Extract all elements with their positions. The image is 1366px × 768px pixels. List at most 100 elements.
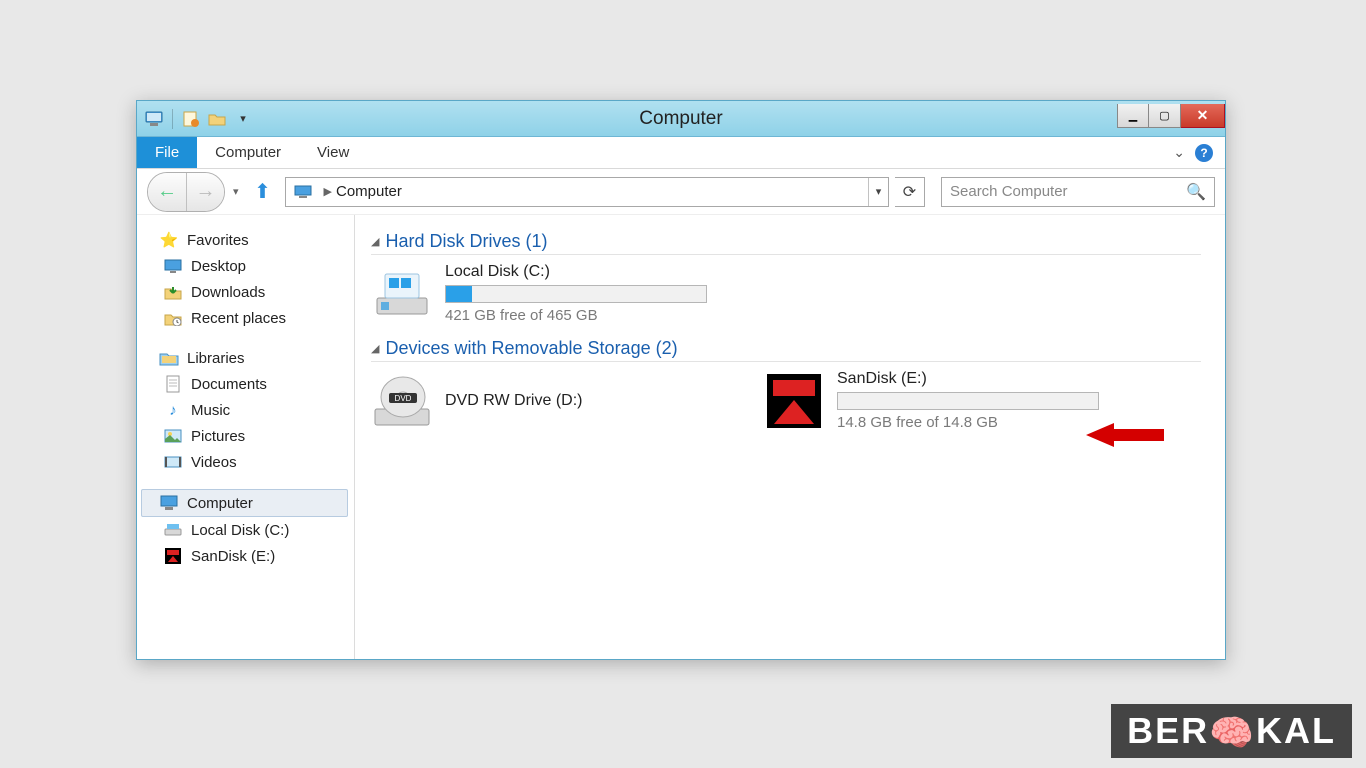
window-body: ⭐ Favorites Desktop Downloads xyxy=(137,215,1225,659)
hard-drive-icon xyxy=(371,265,433,323)
downloads-icon xyxy=(163,283,183,301)
navigation-toolbar: ← → ▾ ⬆ ▶ Computer ▾ ⟳ Search Computer 🔍 xyxy=(137,169,1225,215)
address-bar[interactable]: ▶ Computer ▾ xyxy=(285,177,889,207)
search-input[interactable]: Search Computer 🔍 xyxy=(941,177,1215,207)
up-button[interactable]: ⬆ xyxy=(251,180,275,204)
sidebar-computer[interactable]: Computer xyxy=(141,489,348,517)
new-folder-icon[interactable] xyxy=(206,108,228,130)
ribbon-collapse-icon[interactable]: ⌄ xyxy=(1173,144,1185,161)
usage-bar xyxy=(837,392,1099,410)
tab-file[interactable]: File xyxy=(137,137,197,168)
help-icon[interactable]: ? xyxy=(1195,144,1213,162)
music-icon: ♪ xyxy=(163,401,183,419)
sidebar-item-label: Favorites xyxy=(187,232,249,249)
drive-dvd-rw-d[interactable]: DVD DVD RW Drive (D:) xyxy=(371,370,717,431)
separator xyxy=(172,109,173,129)
sidebar-item-label: Libraries xyxy=(187,350,245,367)
sidebar-group-computer: Computer Local Disk (C:) SanDisk (E:) xyxy=(141,489,354,569)
collapse-icon: ◢ xyxy=(371,342,379,355)
section-removable-storage[interactable]: ◢ Devices with Removable Storage (2) xyxy=(371,338,1201,362)
content-pane: ◢ Hard Disk Drives (1) Local Disk (C:) 4… xyxy=(355,215,1225,659)
sidebar-group-favorites: ⭐ Favorites Desktop Downloads xyxy=(141,227,354,331)
sidebar-item-label: Local Disk (C:) xyxy=(191,522,289,539)
tab-computer[interactable]: Computer xyxy=(197,137,299,168)
drive-info: DVD RW Drive (D:) xyxy=(445,392,717,410)
search-placeholder: Search Computer xyxy=(950,183,1068,200)
sidebar-item-label: Recent places xyxy=(191,310,286,327)
sidebar-item-videos[interactable]: Videos xyxy=(141,449,354,475)
drive-local-disk-c[interactable]: Local Disk (C:) 421 GB free of 465 GB xyxy=(371,263,717,324)
desktop-icon xyxy=(163,257,183,275)
drive-free-text: 421 GB free of 465 GB xyxy=(445,307,717,324)
sidebar-item-documents[interactable]: Documents xyxy=(141,371,354,397)
usb-drive-icon xyxy=(763,372,825,430)
usb-drive-icon xyxy=(163,547,183,565)
breadcrumb-location[interactable]: Computer xyxy=(336,183,402,200)
sidebar-item-label: Pictures xyxy=(191,428,245,445)
documents-icon xyxy=(163,375,183,393)
videos-icon xyxy=(163,453,183,471)
drive-name: DVD RW Drive (D:) xyxy=(445,392,717,410)
sidebar-item-sandisk-e[interactable]: SanDisk (E:) xyxy=(141,543,354,569)
computer-icon xyxy=(159,494,179,512)
nav-history: ← → xyxy=(147,172,225,212)
address-dropdown-icon[interactable]: ▾ xyxy=(868,178,888,206)
drive-name: Local Disk (C:) xyxy=(445,263,717,281)
star-icon: ⭐ xyxy=(159,231,179,249)
explorer-window: ▾ Computer ▁ ▢ ✕ File Computer View ⌄ ? … xyxy=(136,100,1226,660)
sidebar-item-pictures[interactable]: Pictures xyxy=(141,423,354,449)
qat-dropdown-icon[interactable]: ▾ xyxy=(232,108,254,130)
section-hard-disk-drives[interactable]: ◢ Hard Disk Drives (1) xyxy=(371,231,1201,255)
minimize-button[interactable]: ▁ xyxy=(1117,104,1149,128)
sidebar-group-libraries: Libraries Documents ♪ Music Pictures xyxy=(141,345,354,475)
breadcrumb-separator-icon: ▶ xyxy=(324,185,332,198)
sidebar-item-label: Documents xyxy=(191,376,267,393)
computer-icon xyxy=(292,183,314,201)
close-button[interactable]: ✕ xyxy=(1181,104,1225,128)
back-button[interactable]: ← xyxy=(148,173,186,211)
sidebar-item-music[interactable]: ♪ Music xyxy=(141,397,354,423)
section-heading: Devices with Removable Storage (2) xyxy=(385,338,677,359)
svg-text:DVD: DVD xyxy=(395,394,412,403)
forward-button[interactable]: → xyxy=(186,173,224,211)
collapse-icon: ◢ xyxy=(371,235,379,248)
sidebar-item-desktop[interactable]: Desktop xyxy=(141,253,354,279)
drive-info: Local Disk (C:) 421 GB free of 465 GB xyxy=(445,263,717,324)
sidebar-item-recent[interactable]: Recent places xyxy=(141,305,354,331)
usage-bar xyxy=(445,285,707,303)
titlebar: ▾ Computer ▁ ▢ ✕ xyxy=(137,101,1225,137)
libraries-icon xyxy=(159,349,179,367)
sidebar-item-downloads[interactable]: Downloads xyxy=(141,279,354,305)
watermark-text: BER🧠KAL xyxy=(1127,710,1336,751)
sidebar-item-label: Computer xyxy=(187,495,253,512)
sidebar-libraries[interactable]: Libraries xyxy=(141,345,354,371)
ribbon-tabs: File Computer View ⌄ ? xyxy=(137,137,1225,169)
sidebar-item-label: Videos xyxy=(191,454,237,471)
pictures-icon xyxy=(163,427,183,445)
sidebar-favorites[interactable]: ⭐ Favorites xyxy=(141,227,354,253)
sidebar-item-label: Music xyxy=(191,402,230,419)
history-dropdown-icon[interactable]: ▾ xyxy=(233,185,239,198)
sidebar-item-label: Downloads xyxy=(191,284,265,301)
properties-icon[interactable] xyxy=(180,108,202,130)
search-icon: 🔍 xyxy=(1186,182,1206,202)
watermark: BER🧠KAL xyxy=(1111,704,1352,758)
window-title: Computer xyxy=(137,108,1225,130)
recent-places-icon xyxy=(163,309,183,327)
drive-sandisk-e[interactable]: SanDisk (E:) 14.8 GB free of 14.8 GB xyxy=(763,370,1109,431)
refresh-button[interactable]: ⟳ xyxy=(895,177,925,207)
drive-name: SanDisk (E:) xyxy=(837,370,1109,388)
computer-icon xyxy=(143,108,165,130)
drive-free-text: 14.8 GB free of 14.8 GB xyxy=(837,414,1109,431)
navigation-pane: ⭐ Favorites Desktop Downloads xyxy=(137,215,355,659)
tab-view[interactable]: View xyxy=(299,137,367,168)
dvd-drive-icon: DVD xyxy=(371,372,433,430)
sidebar-item-local-disk-c[interactable]: Local Disk (C:) xyxy=(141,517,354,543)
usage-bar-fill xyxy=(446,286,472,302)
section-heading: Hard Disk Drives (1) xyxy=(385,231,547,252)
drive-icon xyxy=(163,521,183,539)
drive-info: SanDisk (E:) 14.8 GB free of 14.8 GB xyxy=(837,370,1109,431)
maximize-button[interactable]: ▢ xyxy=(1149,104,1181,128)
sidebar-item-label: Desktop xyxy=(191,258,246,275)
sidebar-item-label: SanDisk (E:) xyxy=(191,548,275,565)
